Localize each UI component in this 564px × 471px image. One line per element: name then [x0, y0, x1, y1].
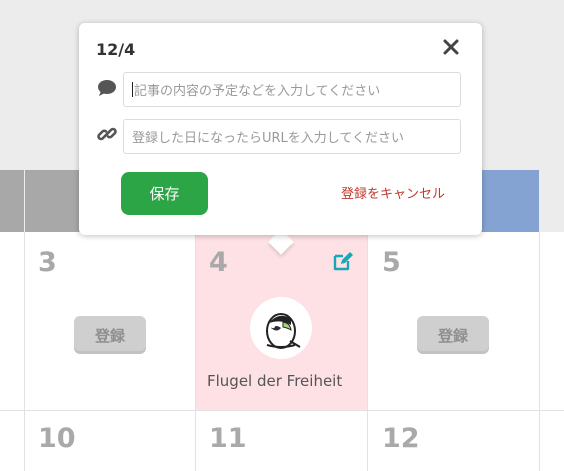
- register-button[interactable]: 登録: [417, 316, 489, 354]
- memo-input[interactable]: 記事の内容の予定などを入力してください: [123, 72, 461, 107]
- grid-line: [0, 410, 564, 411]
- popup-date: 12/4: [96, 40, 136, 59]
- url-placeholder: 登録した日になったらURLを入力してください: [132, 131, 405, 146]
- day-number: 4: [209, 247, 228, 278]
- day-number: 5: [382, 247, 401, 278]
- url-input[interactable]: 登録した日になったらURLを入力してください: [123, 119, 461, 154]
- close-icon[interactable]: [441, 37, 461, 57]
- link-icon: [97, 124, 117, 144]
- text-caret: [132, 82, 133, 97]
- grid-line: [195, 232, 196, 471]
- edit-icon[interactable]: [332, 250, 354, 272]
- day-cell-prev: [0, 232, 24, 410]
- calendar-header-cell: [0, 170, 24, 232]
- save-button[interactable]: 保存: [121, 172, 208, 215]
- register-button[interactable]: 登録: [74, 316, 146, 354]
- cancel-link[interactable]: 登録をキャンセル: [341, 183, 445, 202]
- day-number: 12: [382, 423, 420, 454]
- event-name[interactable]: Flugel der Freiheit: [207, 372, 342, 390]
- calendar-header-cell: [540, 170, 564, 232]
- day-cell-next: [540, 411, 564, 471]
- grid-line: [539, 232, 540, 471]
- day-number: 3: [38, 247, 57, 278]
- day-number: 11: [209, 423, 247, 454]
- memo-placeholder: 記事の内容の予定などを入力してください: [134, 84, 381, 99]
- day-cell-next: [540, 232, 564, 410]
- day-number: 10: [38, 423, 76, 454]
- parrot-avatar: [250, 297, 312, 359]
- event-popup: 12/4 記事の内容の予定などを入力してください 登録した日になったらURLを入…: [79, 23, 482, 235]
- grid-line: [24, 232, 25, 471]
- comment-icon: [97, 78, 117, 98]
- grid-line: [367, 232, 368, 471]
- day-cell-prev: [0, 411, 24, 471]
